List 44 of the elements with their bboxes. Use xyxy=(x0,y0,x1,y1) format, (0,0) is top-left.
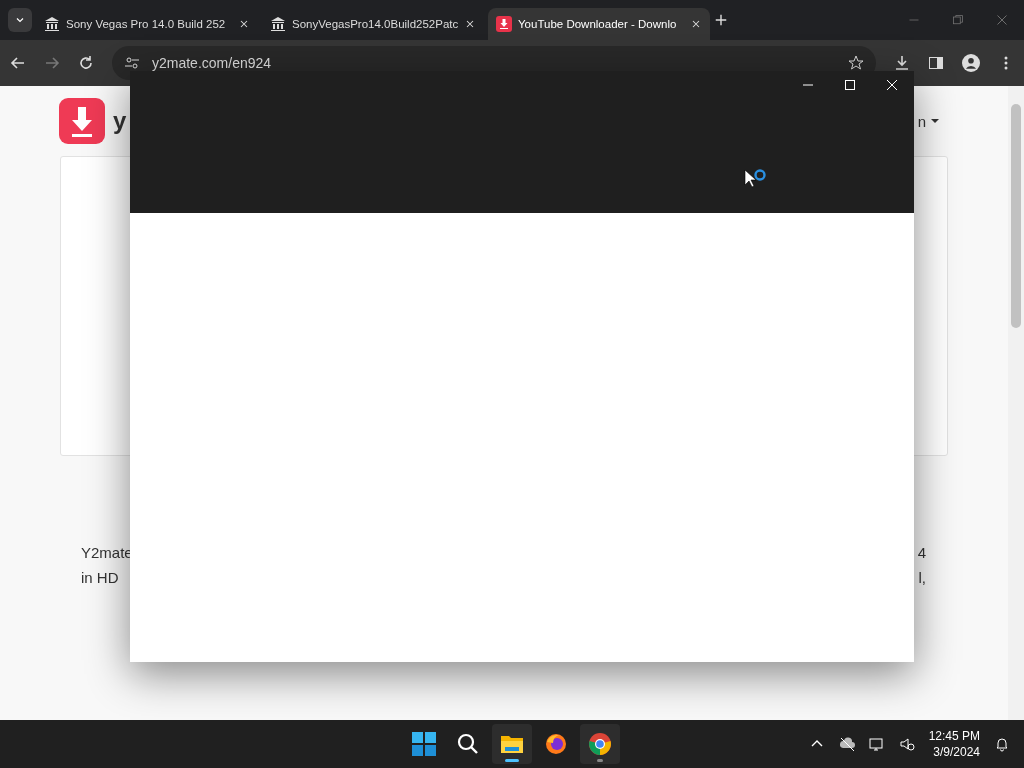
paragraph-text: 4 xyxy=(917,544,926,561)
network-icon xyxy=(868,736,885,752)
language-menu[interactable]: n xyxy=(917,112,940,130)
plus-icon xyxy=(714,13,728,27)
download-icon xyxy=(496,16,512,32)
windows-icon xyxy=(412,732,436,756)
taskbar-app-button[interactable] xyxy=(492,724,532,764)
paragraph-text: in HD xyxy=(81,569,119,586)
cursor-busy-icon xyxy=(744,169,766,189)
bank-icon xyxy=(270,16,286,32)
clock-time: 12:45 PM xyxy=(928,728,980,744)
cloud-off-icon xyxy=(838,736,855,752)
firefox-icon xyxy=(544,732,568,756)
logo-text: y xyxy=(113,107,127,135)
bank-icon xyxy=(44,16,60,32)
close-icon xyxy=(690,18,702,30)
logo-icon xyxy=(59,98,105,144)
back-arrow-icon xyxy=(10,55,26,71)
taskbar-app-button[interactable] xyxy=(580,724,620,764)
maximize-icon xyxy=(844,79,856,91)
clock-date: 3/9/2024 xyxy=(933,744,980,760)
side-panel-icon xyxy=(928,55,944,71)
chrome-icon xyxy=(588,732,612,756)
paragraph-text: l, xyxy=(918,569,926,586)
paragraph-text: Y2mate xyxy=(81,544,133,561)
site-settings-icon xyxy=(124,55,140,71)
bell-icon xyxy=(994,736,1010,752)
profile-icon xyxy=(962,54,980,72)
close-icon xyxy=(996,14,1008,26)
scrollbar[interactable] xyxy=(1008,86,1024,720)
star-icon xyxy=(848,55,864,71)
caret-icon xyxy=(930,116,940,126)
reload-icon xyxy=(78,55,94,71)
browser-tab[interactable]: SonyVegasPro14.0Build252Patc xyxy=(262,8,484,40)
search-icon xyxy=(456,732,480,756)
speaker-muted-icon xyxy=(898,736,915,752)
close-icon xyxy=(886,79,898,91)
close-icon xyxy=(238,18,250,30)
restore-icon xyxy=(952,14,964,26)
forward-arrow-icon xyxy=(44,55,60,71)
browser-tab[interactable]: Sony Vegas Pro 14.0 Build 252 xyxy=(36,8,258,40)
tab-list-button[interactable] xyxy=(8,8,32,32)
download-icon xyxy=(894,55,910,71)
browser-tab[interactable]: YouTube Downloader - Downlo xyxy=(488,8,710,40)
